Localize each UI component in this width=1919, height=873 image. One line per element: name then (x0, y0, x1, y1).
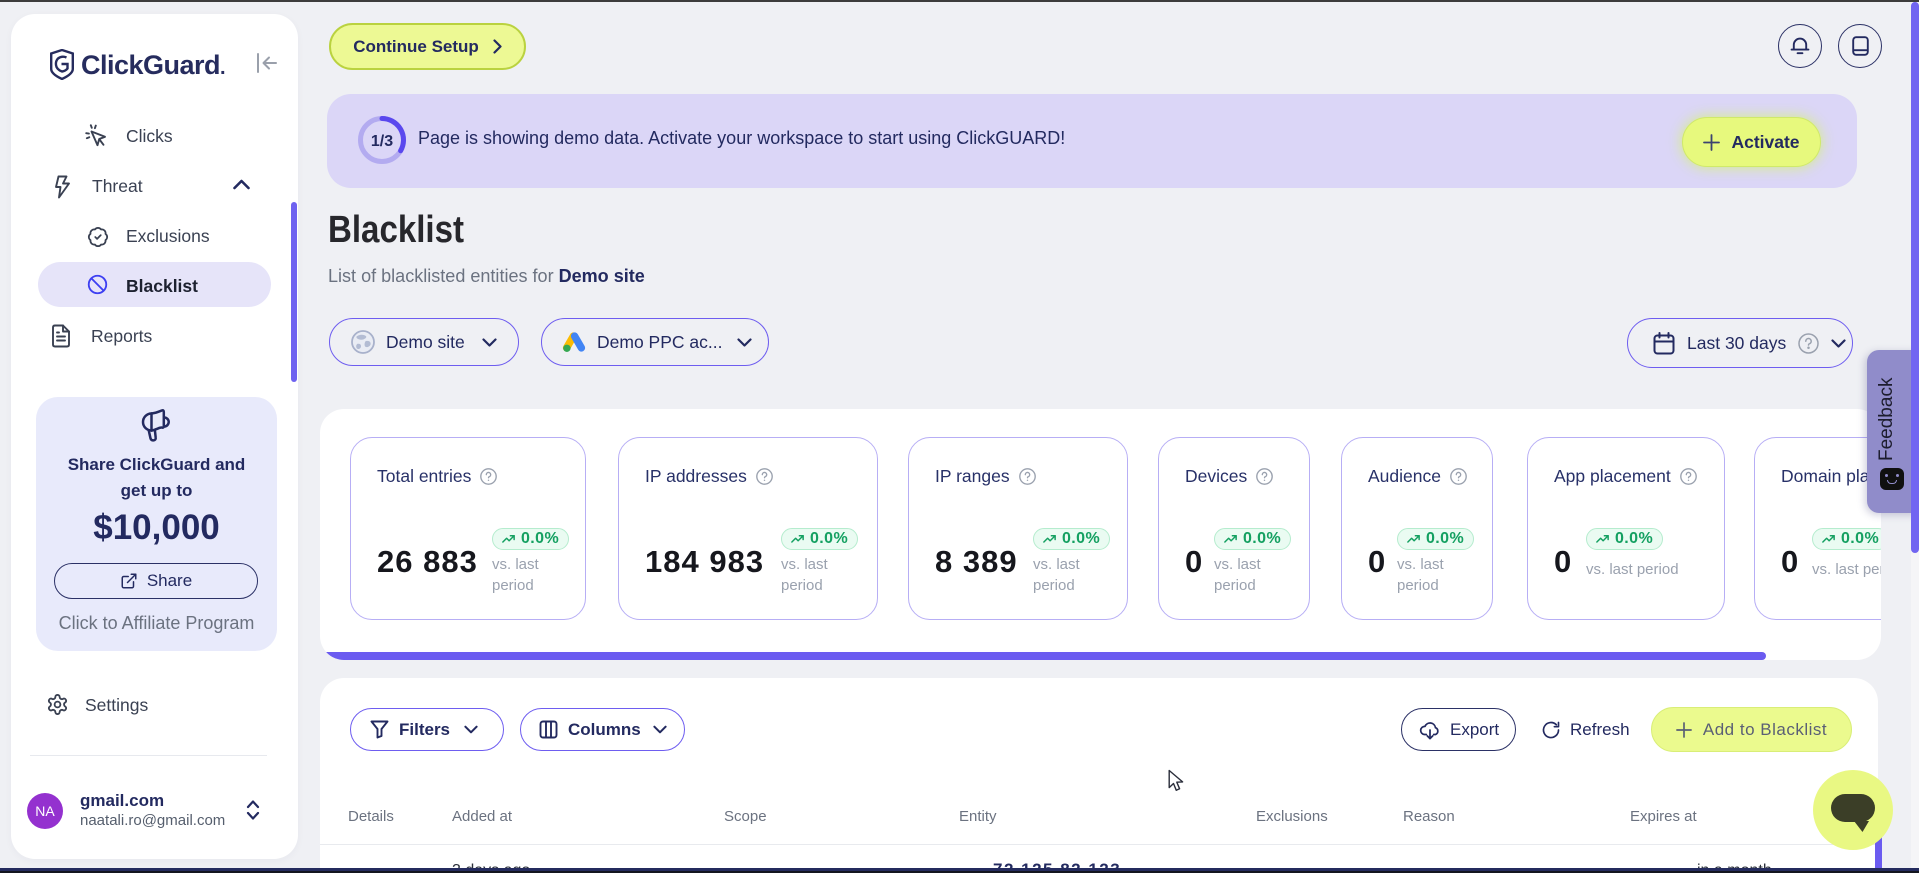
svg-text:1/3: 1/3 (371, 133, 393, 150)
